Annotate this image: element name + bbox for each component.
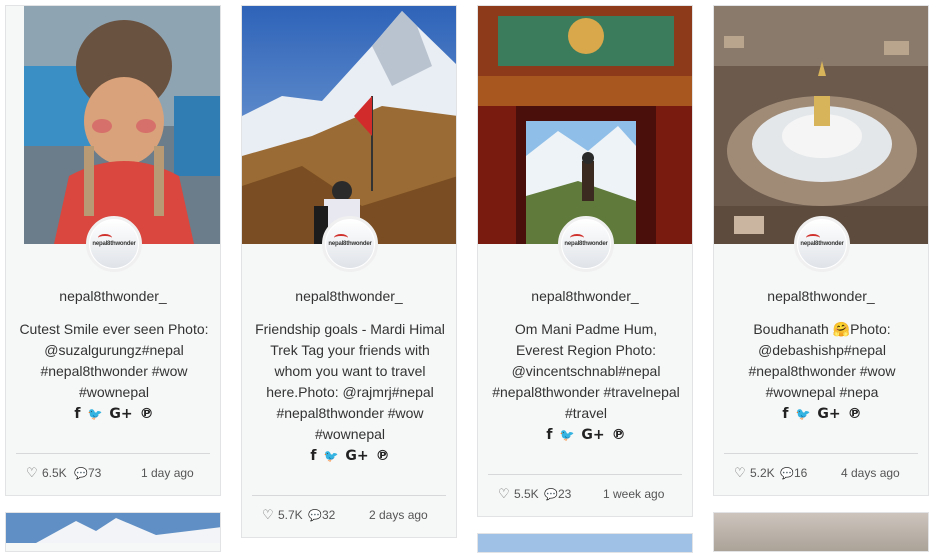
post-card-partial[interactable] <box>477 533 693 553</box>
likes-count: 5.7K <box>278 508 303 522</box>
google-plus-icon[interactable]: G+ <box>581 425 604 446</box>
twitter-icon[interactable]: 🐦 <box>559 425 574 446</box>
post-meta: ♡ 5.5K 💬 23 1 week ago <box>478 484 692 504</box>
post-card-partial[interactable] <box>5 512 221 552</box>
post-caption: Om Mani Padme Hum, Everest Region Photo:… <box>490 319 682 446</box>
heart-icon[interactable]: ♡ <box>734 465 746 481</box>
post-photo[interactable] <box>714 513 928 551</box>
comment-icon[interactable]: 💬 <box>544 488 558 501</box>
post-time: 1 day ago <box>141 466 194 480</box>
caption-text: Cutest Smile ever seen Photo: @suzalguru… <box>19 321 209 400</box>
twitter-icon[interactable]: 🐦 <box>87 404 102 425</box>
likes-count: 5.2K <box>750 466 775 480</box>
pinterest-icon[interactable]: ℗ <box>140 404 154 425</box>
twitter-icon[interactable]: 🐦 <box>323 446 338 467</box>
facebook-icon[interactable]: f <box>782 404 788 425</box>
pinterest-icon[interactable]: ℗ <box>612 425 626 446</box>
share-icons: f 🐦 G+ ℗ <box>18 404 210 425</box>
post-photo[interactable] <box>478 534 692 552</box>
divider <box>724 453 918 454</box>
facebook-icon[interactable]: f <box>546 425 552 446</box>
comment-icon[interactable]: 💬 <box>308 509 322 522</box>
post-card-partial[interactable] <box>713 512 929 552</box>
avatar[interactable]: nepal8thwonder <box>794 216 850 272</box>
username[interactable]: nepal8thwonder_ <box>242 288 456 304</box>
post-meta: ♡ 5.7K 💬 32 2 days ago <box>242 505 456 525</box>
post-meta: ♡ 6.5K 💬 73 1 day ago <box>6 463 220 483</box>
likes-count: 5.5K <box>514 487 539 501</box>
comments-count: 73 <box>88 466 102 480</box>
post-photo[interactable] <box>242 6 456 244</box>
caption-text: Friendship goals - Mardi Himal Trek Tag … <box>255 321 445 442</box>
divider <box>488 474 682 475</box>
pinterest-icon[interactable]: ℗ <box>848 404 862 425</box>
post-caption: Friendship goals - Mardi Himal Trek Tag … <box>254 319 446 467</box>
google-plus-icon[interactable]: G+ <box>345 446 368 467</box>
comments-count: 32 <box>322 508 336 522</box>
post-card[interactable]: nepal8thwonder nepal8thwonder_ Boudhanat… <box>713 5 929 496</box>
share-icons: f 🐦 G+ ℗ <box>254 446 446 467</box>
caption-text: Boudhanath 🤗Photo: @debashishp#nepal #ne… <box>748 321 896 400</box>
twitter-icon[interactable]: 🐦 <box>795 404 810 425</box>
facebook-icon[interactable]: f <box>74 404 80 425</box>
post-card[interactable]: nepal8thwonder nepal8thwonder_ Cutest Sm… <box>5 5 221 496</box>
share-icons: f 🐦 G+ ℗ <box>726 404 918 425</box>
post-photo[interactable] <box>478 6 692 244</box>
heart-icon[interactable]: ♡ <box>498 486 510 502</box>
comments-count: 16 <box>794 466 808 480</box>
google-plus-icon[interactable]: G+ <box>817 404 840 425</box>
likes-count: 6.5K <box>42 466 67 480</box>
share-icons: f 🐦 G+ ℗ <box>490 425 682 446</box>
comments-count: 23 <box>558 487 572 501</box>
post-time: 1 week ago <box>603 487 665 501</box>
google-plus-icon[interactable]: G+ <box>109 404 132 425</box>
post-caption: Boudhanath 🤗Photo: @debashishp#nepal #ne… <box>726 319 918 425</box>
pinterest-icon[interactable]: ℗ <box>376 446 390 467</box>
post-card[interactable]: nepal8thwonder nepal8thwonder_ Om Mani P… <box>477 5 693 517</box>
post-photo[interactable] <box>714 6 928 244</box>
username[interactable]: nepal8thwonder_ <box>6 288 220 304</box>
avatar[interactable]: nepal8thwonder <box>86 216 142 272</box>
username[interactable]: nepal8thwonder_ <box>478 288 692 304</box>
post-card[interactable]: nepal8thwonder nepal8thwonder_ Friendshi… <box>241 5 457 538</box>
post-caption: Cutest Smile ever seen Photo: @suzalguru… <box>18 319 210 425</box>
post-time: 2 days ago <box>369 508 428 522</box>
post-meta: ♡ 5.2K 💬 16 4 days ago <box>714 463 928 483</box>
caption-text: Om Mani Padme Hum, Everest Region Photo:… <box>492 321 680 421</box>
divider <box>252 495 446 496</box>
divider <box>16 453 210 454</box>
avatar[interactable]: nepal8thwonder <box>322 216 378 272</box>
heart-icon[interactable]: ♡ <box>262 507 274 523</box>
comment-icon[interactable]: 💬 <box>780 467 794 480</box>
heart-icon[interactable]: ♡ <box>26 465 38 481</box>
comment-icon[interactable]: 💬 <box>74 467 88 480</box>
facebook-icon[interactable]: f <box>310 446 316 467</box>
username[interactable]: nepal8thwonder_ <box>714 288 928 304</box>
post-photo[interactable] <box>24 6 220 244</box>
avatar[interactable]: nepal8thwonder <box>558 216 614 272</box>
post-time: 4 days ago <box>841 466 900 480</box>
post-photo[interactable] <box>6 513 221 543</box>
